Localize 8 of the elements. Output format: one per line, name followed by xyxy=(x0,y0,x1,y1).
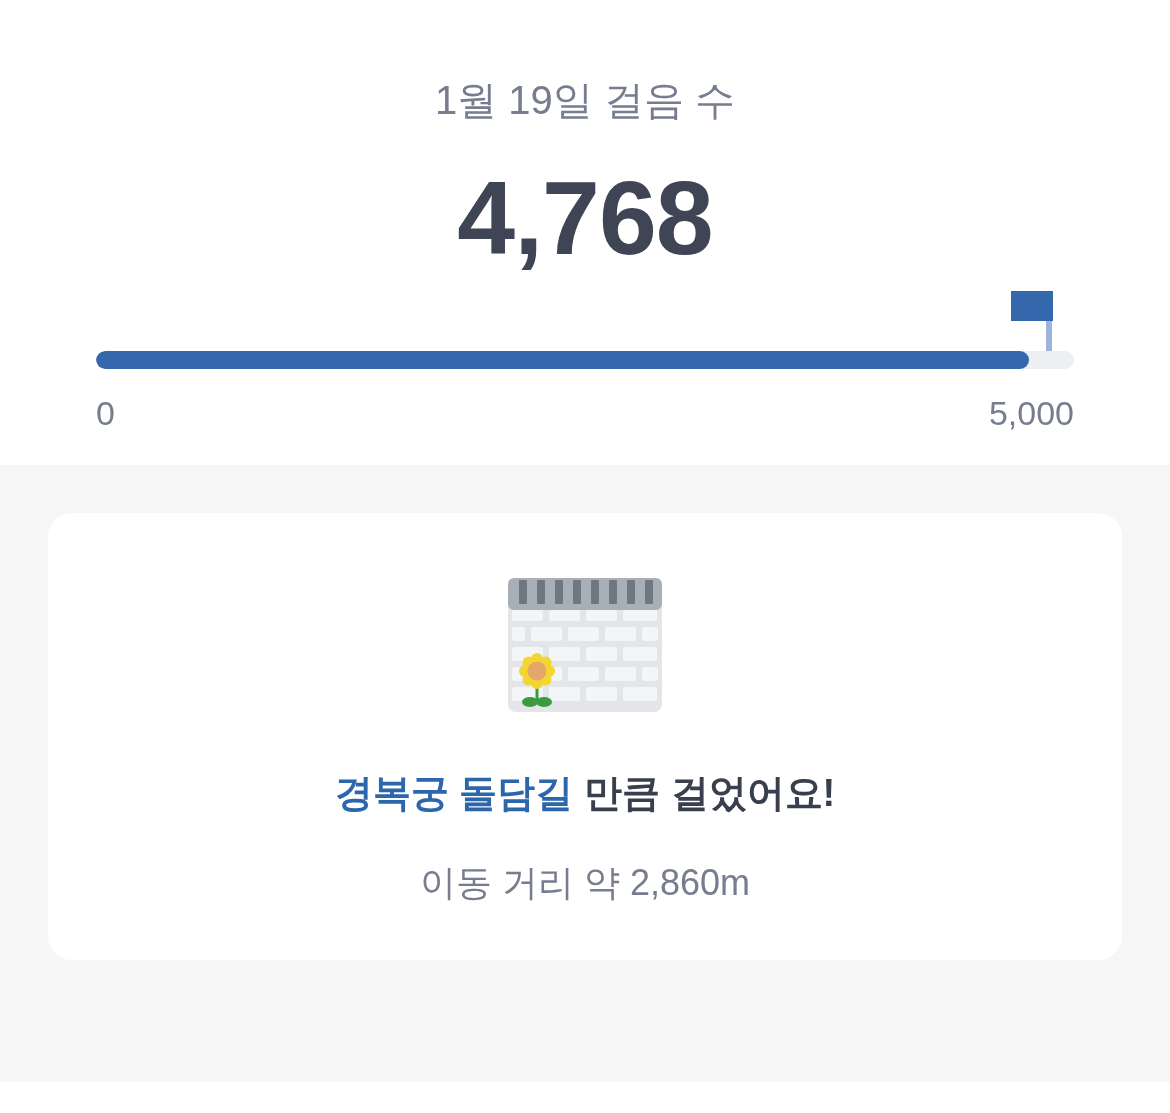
wall-with-flower-icon xyxy=(508,578,662,712)
goal-label: 5,000 xyxy=(988,393,1074,433)
date-steps-title: 1월 19일 걸음 수 xyxy=(433,77,737,124)
step-count: 4,768 xyxy=(456,159,714,278)
flag-icon xyxy=(1011,291,1053,351)
walk-result-text: 경복궁 돌담길 만큼 걸었어요! xyxy=(333,771,837,816)
distance-text: 이동 거리 약 2,860m xyxy=(418,861,752,905)
min-label: 0 xyxy=(96,393,115,433)
